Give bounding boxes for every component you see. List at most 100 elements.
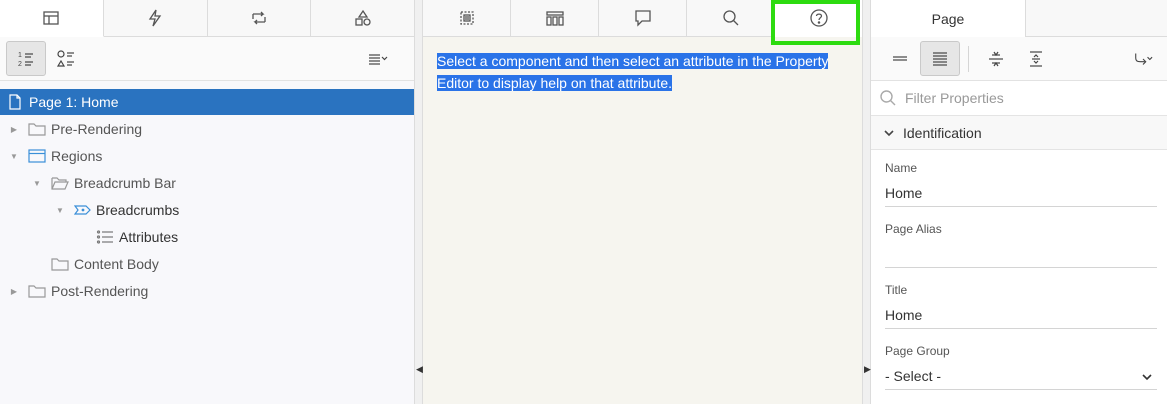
messages-icon — [459, 11, 474, 25]
processing-icon — [252, 11, 266, 25]
tab-messages[interactable] — [423, 0, 511, 36]
property-toolbar — [871, 37, 1167, 81]
tree-node-pre-rendering[interactable]: ▶ Pre-Rendering — [0, 116, 414, 142]
grouped-list-icon — [56, 49, 74, 67]
rendering-panel: 12 Page 1: Home ▶ Pre-Rendering ▼ Region… — [0, 0, 415, 404]
left-splitter[interactable]: ◀ — [415, 0, 423, 404]
section-title: Identification — [903, 125, 982, 141]
shared-components-icon — [354, 9, 371, 26]
tab-page-search[interactable] — [511, 0, 599, 36]
search-icon — [722, 10, 738, 26]
collapse-left-icon[interactable]: ◀ — [416, 364, 423, 375]
grouped-view-button[interactable] — [46, 41, 86, 76]
help-text: Select a component and then select an at… — [437, 50, 847, 94]
tree-node-label: Breadcrumbs — [96, 202, 180, 218]
property-label: Name — [885, 161, 918, 175]
show-all-button[interactable] — [920, 41, 960, 76]
collapse-all-button[interactable] — [976, 41, 1016, 76]
filter-properties — [871, 81, 1167, 116]
show-common-icon — [893, 55, 907, 61]
page-search-icon — [545, 11, 564, 26]
collapse-all-icon — [989, 51, 1003, 66]
go-to-group-icon — [1135, 53, 1153, 65]
chevron-down-icon — [883, 126, 895, 138]
help-text-content: Select a component and then select an at… — [437, 53, 829, 91]
collapse-toggle-icon[interactable]: ▼ — [9, 151, 19, 161]
numbered-list-icon: 12 — [18, 52, 33, 68]
dynamic-actions-icon — [148, 9, 162, 27]
page-icon — [6, 94, 24, 110]
property-label: Page Group — [885, 344, 950, 358]
tab-shared-components[interactable] — [311, 0, 414, 36]
tree-node-label: Post-Rendering — [51, 283, 149, 299]
rendering-tree-icon — [43, 11, 60, 25]
right-splitter[interactable]: ▶ — [863, 0, 871, 404]
expand-toggle-icon[interactable]: ▶ — [9, 286, 19, 296]
collapse-right-icon[interactable]: ▶ — [864, 364, 871, 375]
expand-all-icon — [1030, 50, 1042, 67]
tab-help[interactable] — [775, 0, 862, 37]
show-common-button[interactable] — [880, 41, 920, 76]
page-group-selected-value: - Select - — [885, 368, 942, 384]
collapse-toggle-icon[interactable]: ▼ — [32, 178, 42, 188]
folder-open-icon — [51, 175, 69, 191]
tree-node-regions[interactable]: ▼ Regions — [0, 143, 414, 169]
page-alias-field[interactable] — [885, 242, 1157, 268]
folder-icon — [28, 121, 46, 137]
search-icon — [880, 90, 896, 106]
name-field[interactable]: Home — [885, 181, 1157, 207]
folder-icon — [28, 283, 46, 299]
tab-comments[interactable] — [599, 0, 687, 36]
middle-tab-bar — [423, 0, 862, 37]
tree-node-label: Page 1: Home — [29, 94, 119, 110]
tree-toolbar: 12 — [0, 37, 414, 81]
region-icon — [28, 148, 46, 164]
tree-node-label: Regions — [51, 148, 103, 164]
chevron-down-icon — [1141, 370, 1153, 382]
breadcrumb-icon — [74, 202, 92, 218]
tab-processing[interactable] — [208, 0, 312, 36]
tree-node-breadcrumbs[interactable]: ▼ Breadcrumbs — [0, 197, 414, 223]
property-title: Title Home — [885, 283, 1157, 329]
property-editor: Page Identification Name Home Pa — [871, 0, 1167, 404]
tree-node-content-body[interactable]: Content Body — [0, 251, 414, 277]
list-icon — [96, 229, 114, 245]
expand-all-button[interactable] — [1016, 41, 1056, 76]
svg-text:1: 1 — [18, 52, 22, 59]
tree-node-post-rendering[interactable]: ▶ Post-Rendering — [0, 278, 414, 304]
tree-node-label: Pre-Rendering — [51, 121, 143, 137]
tree-node-attributes[interactable]: Attributes — [0, 224, 414, 250]
title-field[interactable]: Home — [885, 303, 1157, 329]
tab-page[interactable]: Page — [871, 0, 1026, 37]
expand-toggle-icon[interactable]: ▶ — [9, 124, 19, 134]
numbered-view-button[interactable]: 12 — [6, 41, 46, 76]
comments-icon — [634, 10, 651, 27]
identification-section-header[interactable]: Identification — [871, 116, 1167, 150]
property-label: Page Alias — [885, 222, 942, 236]
svg-text:2: 2 — [18, 61, 22, 68]
right-tab-bar: Page — [871, 0, 1167, 37]
page-group-select[interactable]: - Select - — [885, 364, 1157, 390]
property-label: Title — [885, 283, 908, 297]
go-to-group-button[interactable] — [1123, 41, 1163, 76]
property-page-alias: Page Alias — [885, 222, 1157, 268]
left-tab-bar — [0, 0, 414, 37]
help-icon — [809, 9, 828, 27]
property-name: Name Home — [885, 161, 1157, 207]
collapse-toggle-icon[interactable]: ▼ — [55, 205, 65, 215]
tree-node-label: Attributes — [119, 229, 179, 245]
tree-node-breadcrumb-bar[interactable]: ▼ Breadcrumb Bar — [0, 170, 414, 196]
menu-icon — [369, 53, 388, 65]
show-all-icon — [933, 51, 947, 66]
tree-node-label: Content Body — [74, 256, 159, 272]
help-panel: Select a component and then select an at… — [423, 0, 863, 404]
tree-menu-button[interactable] — [358, 41, 396, 76]
folder-icon — [51, 256, 69, 272]
filter-properties-input[interactable] — [905, 86, 1155, 110]
tab-dynamic-actions[interactable] — [104, 0, 208, 36]
tree-node-page[interactable]: Page 1: Home — [0, 89, 414, 115]
tab-search[interactable] — [687, 0, 775, 36]
tree-node-label: Breadcrumb Bar — [74, 175, 176, 191]
property-page-group: Page Group - Select - — [885, 344, 1157, 390]
tab-rendering[interactable] — [0, 0, 104, 37]
